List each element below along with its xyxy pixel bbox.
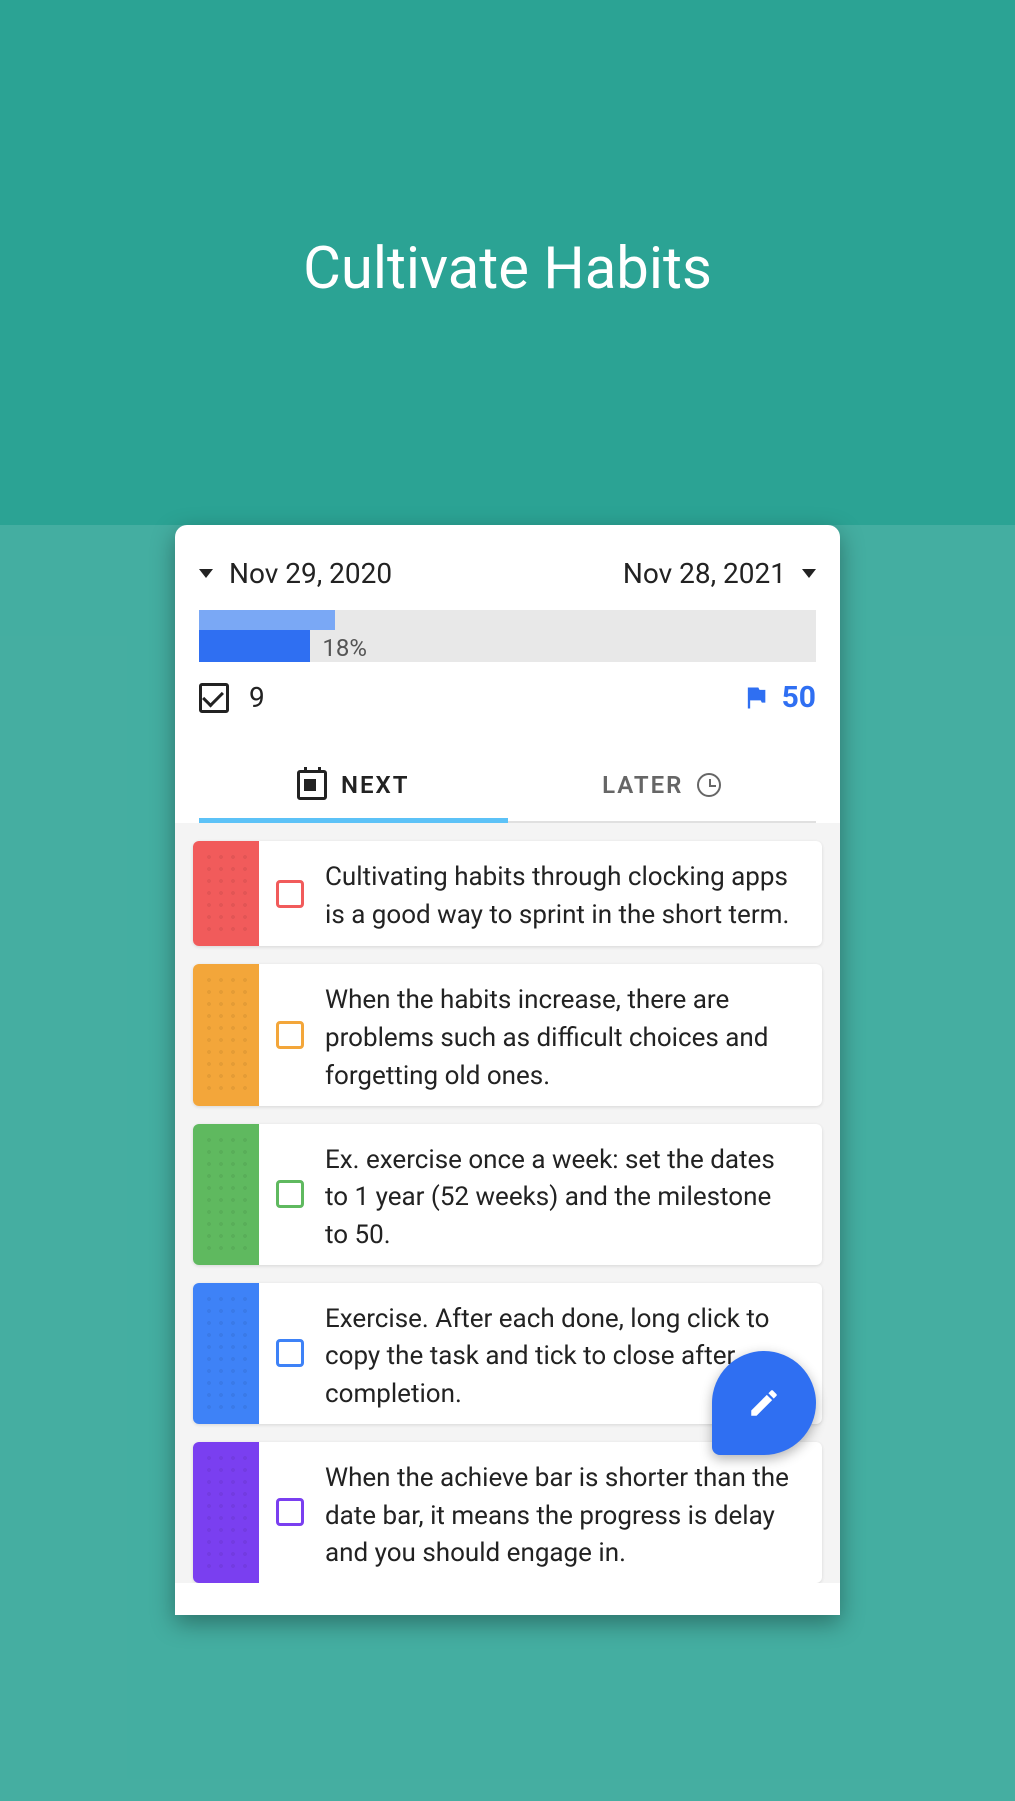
color-strip — [193, 1442, 259, 1583]
completed-count: 9 — [199, 681, 265, 714]
flag-icon — [742, 684, 770, 712]
app-screen: Nov 29, 2020 Nov 28, 2021 18% 9 50 — [175, 525, 840, 1615]
tabs: NEXT LATER — [199, 747, 816, 823]
milestone-value: 50 — [782, 680, 816, 715]
progress-percent-label: 18% — [322, 634, 367, 662]
habit-text: Cultivating habits through clocking apps… — [321, 841, 822, 946]
clock-icon — [697, 773, 721, 797]
header: Nov 29, 2020 Nov 28, 2021 18% 9 50 — [175, 525, 840, 823]
completed-value: 9 — [249, 681, 265, 714]
habit-checkbox[interactable] — [276, 1021, 304, 1049]
color-strip — [193, 1124, 259, 1265]
color-strip — [193, 1283, 259, 1424]
progress-date-bar — [199, 610, 335, 630]
tab-next[interactable]: NEXT — [199, 747, 508, 823]
habit-text: When the achieve bar is shorter than the… — [321, 1442, 822, 1583]
dropdown-icon — [802, 569, 816, 578]
habit-card[interactable]: When the habits increase, there are prob… — [193, 964, 822, 1105]
habit-checkbox[interactable] — [276, 1180, 304, 1208]
checkbox-checked-icon — [199, 683, 229, 713]
tab-later-label: LATER — [602, 771, 683, 799]
end-date-selector[interactable]: Nov 28, 2021 — [623, 557, 816, 590]
habit-text: When the habits increase, there are prob… — [321, 964, 822, 1105]
habit-card[interactable]: When the achieve bar is shorter than the… — [193, 1442, 822, 1583]
checkbox-column — [259, 1124, 321, 1265]
pencil-icon — [747, 1386, 781, 1420]
tab-next-label: NEXT — [341, 771, 409, 799]
page-title: Cultivate Habits — [0, 235, 1015, 303]
progress-bar: 18% — [199, 610, 816, 662]
habit-checkbox[interactable] — [276, 1498, 304, 1526]
color-strip — [193, 964, 259, 1105]
milestone-count[interactable]: 50 — [742, 680, 816, 715]
habit-checkbox[interactable] — [276, 880, 304, 908]
habit-card[interactable]: Ex. exercise once a week: set the dates … — [193, 1124, 822, 1265]
add-habit-fab[interactable] — [712, 1351, 816, 1455]
tab-later[interactable]: LATER — [508, 747, 817, 823]
habit-text: Ex. exercise once a week: set the dates … — [321, 1124, 822, 1265]
checkbox-column — [259, 1442, 321, 1583]
color-strip — [193, 841, 259, 946]
stats-row: 9 50 — [199, 680, 816, 715]
checkbox-column — [259, 841, 321, 946]
start-date-label: Nov 29, 2020 — [229, 557, 392, 590]
habit-card[interactable]: Cultivating habits through clocking apps… — [193, 841, 822, 946]
date-range-row: Nov 29, 2020 Nov 28, 2021 — [199, 557, 816, 590]
checkbox-column — [259, 964, 321, 1105]
tab-underline-active — [199, 818, 508, 823]
habit-checkbox[interactable] — [276, 1339, 304, 1367]
start-date-selector[interactable]: Nov 29, 2020 — [199, 557, 392, 590]
checkbox-column — [259, 1283, 321, 1424]
progress-achieve-bar — [199, 630, 310, 662]
habit-list: Cultivating habits through clocking apps… — [175, 823, 840, 1583]
calendar-icon — [297, 770, 327, 800]
end-date-label: Nov 28, 2021 — [623, 557, 786, 590]
dropdown-icon — [199, 569, 213, 578]
